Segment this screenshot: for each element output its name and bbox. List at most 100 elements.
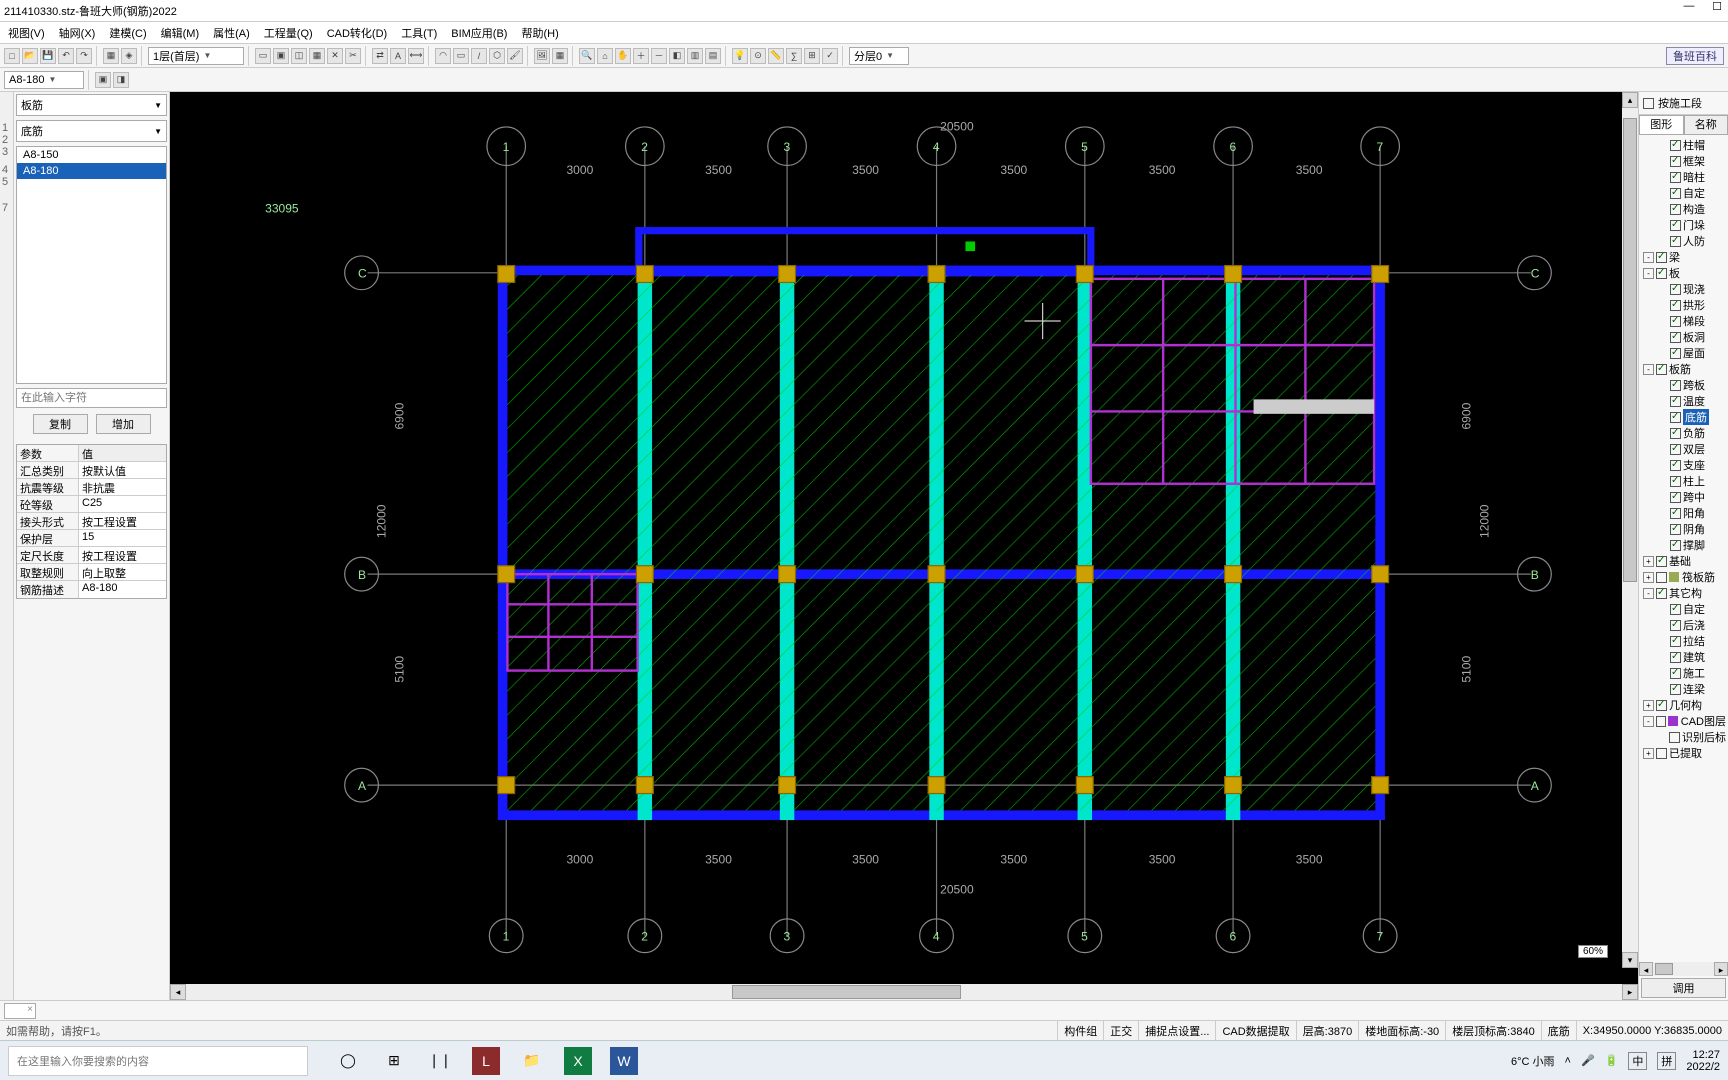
tree-checkbox[interactable]: [1656, 364, 1667, 375]
tool-zoomin-icon[interactable]: ＋: [633, 48, 649, 64]
copy-button[interactable]: 复制: [33, 414, 88, 434]
tool-open-icon[interactable]: 📂: [22, 48, 38, 64]
expand-icon[interactable]: +: [1643, 748, 1654, 759]
rebar-subtype-select[interactable]: 底筋 ▼: [16, 120, 167, 142]
menu-tool[interactable]: 工具(T): [397, 25, 441, 41]
tree-checkbox[interactable]: [1656, 748, 1667, 759]
tree-node[interactable]: 构造: [1641, 201, 1726, 217]
scroll-down-icon[interactable]: ▾: [1622, 952, 1638, 968]
tool-snap-icon[interactable]: ⊙: [750, 48, 766, 64]
tool-zoomall-icon[interactable]: ⌂: [597, 48, 613, 64]
status-cad[interactable]: CAD数据提取: [1215, 1021, 1295, 1040]
menu-help[interactable]: 帮助(H): [517, 25, 562, 41]
tree-node[interactable]: -板筋: [1641, 361, 1726, 377]
tree-node[interactable]: 阴角: [1641, 521, 1726, 537]
tree-checkbox[interactable]: [1670, 540, 1681, 551]
tool-3d-icon[interactable]: ◧: [669, 48, 685, 64]
tree-checkbox[interactable]: [1670, 284, 1681, 295]
tool-measure-icon[interactable]: 📏: [768, 48, 784, 64]
rebar-type-select[interactable]: 板筋 ▼: [16, 94, 167, 116]
tree-node[interactable]: 屋面: [1641, 345, 1726, 361]
tree-node[interactable]: -板: [1641, 265, 1726, 281]
tree-checkbox[interactable]: [1670, 140, 1681, 151]
tool-arc-icon[interactable]: ◠: [435, 48, 451, 64]
tray-battery-icon[interactable]: 🔋: [1605, 1054, 1619, 1067]
floor-select[interactable]: 1层(首层) ▼: [148, 47, 244, 65]
close-icon[interactable]: ×: [27, 1004, 33, 1015]
tree-node[interactable]: 现浇: [1641, 281, 1726, 297]
component-tree[interactable]: 柱帽框架暗柱自定构造门垛人防-梁-板现浇拱形梯段板洞屋面-板筋跨板温度底筋负筋双…: [1639, 135, 1728, 962]
tree-checkbox[interactable]: [1670, 156, 1681, 167]
tree-checkbox[interactable]: [1670, 604, 1681, 615]
menu-attr[interactable]: 属性(A): [209, 25, 254, 41]
status-snap[interactable]: 捕捉点设置...: [1138, 1021, 1215, 1040]
tree-checkbox[interactable]: [1670, 620, 1681, 631]
menu-model[interactable]: 建模(C): [105, 25, 150, 41]
scroll-left-icon[interactable]: ◂: [170, 984, 186, 1000]
component-select[interactable]: A8-180 ▼: [4, 71, 84, 89]
excel-icon[interactable]: X: [564, 1047, 592, 1075]
tool-c-icon[interactable]: ◫: [291, 48, 307, 64]
tree-node[interactable]: 撑脚: [1641, 537, 1726, 553]
start-icon[interactable]: ◯: [334, 1047, 362, 1075]
prop-value[interactable]: A8-180: [79, 581, 166, 598]
tool-layer-icon[interactable]: ▦: [103, 48, 119, 64]
tree-checkbox[interactable]: [1670, 460, 1681, 471]
tree-node[interactable]: 温度: [1641, 393, 1726, 409]
tree-node[interactable]: 跨中: [1641, 489, 1726, 505]
vertical-scrollbar[interactable]: ▴ ▾: [1622, 92, 1638, 968]
tree-node[interactable]: 板洞: [1641, 329, 1726, 345]
tree-node[interactable]: -其它构: [1641, 585, 1726, 601]
tool-rect-icon[interactable]: ▭: [453, 48, 469, 64]
menu-bim[interactable]: BIM应用(B): [447, 25, 511, 41]
tree-node[interactable]: 门垛: [1641, 217, 1726, 233]
tree-node[interactable]: 自定: [1641, 185, 1726, 201]
tree-node[interactable]: +已提取: [1641, 745, 1726, 761]
encyclopedia-button[interactable]: 鲁班百科: [1666, 47, 1724, 65]
menu-cad[interactable]: CAD转化(D): [323, 25, 392, 41]
tree-node[interactable]: 建筑: [1641, 649, 1726, 665]
prop-value[interactable]: 向上取整: [79, 564, 166, 580]
tree-checkbox[interactable]: [1670, 396, 1681, 407]
tool-paint-icon[interactable]: 🖌: [507, 48, 523, 64]
tool-line-icon[interactable]: /: [471, 48, 487, 64]
tree-node[interactable]: 底筋: [1641, 409, 1726, 425]
component-list[interactable]: A8-150 A8-180: [16, 146, 167, 384]
tool-prop-icon[interactable]: A: [390, 48, 406, 64]
tree-checkbox[interactable]: [1670, 300, 1681, 311]
tree-checkbox[interactable]: [1670, 348, 1681, 359]
doc-tab[interactable]: ×: [4, 1003, 36, 1019]
tree-node[interactable]: -CAD图层: [1641, 713, 1726, 729]
tree-hscroll[interactable]: ◂ ▸: [1639, 962, 1728, 976]
expand-icon[interactable]: -: [1643, 364, 1654, 375]
tool-zoomout-icon[interactable]: －: [651, 48, 667, 64]
tree-checkbox[interactable]: [1656, 572, 1667, 583]
tool-bulb-icon[interactable]: 💡: [732, 48, 748, 64]
tree-node[interactable]: +几何构: [1641, 697, 1726, 713]
tree-checkbox[interactable]: [1670, 476, 1681, 487]
tree-checkbox[interactable]: [1670, 204, 1681, 215]
tree-checkbox[interactable]: [1670, 492, 1681, 503]
tree-node[interactable]: 后浇: [1641, 617, 1726, 633]
tree-checkbox[interactable]: [1670, 652, 1681, 663]
ime-lang[interactable]: 中: [1628, 1052, 1647, 1070]
tree-node[interactable]: 支座: [1641, 457, 1726, 473]
tree-node[interactable]: +基础: [1641, 553, 1726, 569]
expand-icon[interactable]: +: [1643, 556, 1654, 567]
invoke-button[interactable]: 调用: [1641, 978, 1726, 998]
tree-node[interactable]: +筏板筋: [1641, 569, 1726, 585]
prop-value[interactable]: 按工程设置: [79, 547, 166, 563]
app-luban-icon[interactable]: L: [472, 1047, 500, 1075]
tool-a-icon[interactable]: ▭: [255, 48, 271, 64]
tree-checkbox[interactable]: [1670, 332, 1681, 343]
tree-node[interactable]: 柱帽: [1641, 137, 1726, 153]
expand-icon[interactable]: -: [1643, 588, 1654, 599]
tool-view2-icon[interactable]: ▤: [705, 48, 721, 64]
tree-node[interactable]: 阳角: [1641, 505, 1726, 521]
tool-b-icon[interactable]: ▣: [273, 48, 289, 64]
tool-comp-b-icon[interactable]: ◨: [113, 72, 129, 88]
tool-d-icon[interactable]: ▦: [309, 48, 325, 64]
expand-icon[interactable]: +: [1643, 700, 1654, 711]
tool-table-icon[interactable]: ⊞: [804, 48, 820, 64]
tool-poly-icon[interactable]: ⬡: [489, 48, 505, 64]
